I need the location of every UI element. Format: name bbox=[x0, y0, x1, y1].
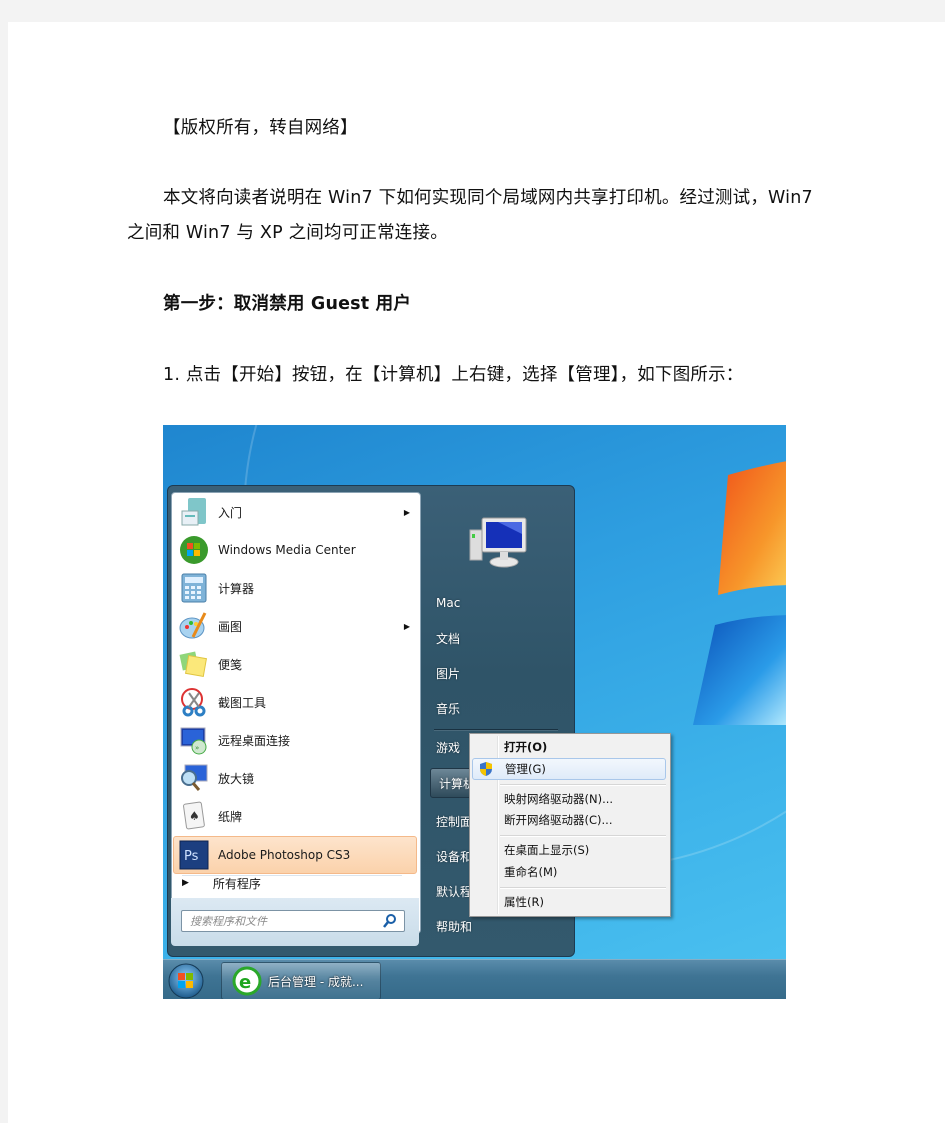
program-item-calculator[interactable]: 计算器 bbox=[174, 570, 418, 606]
separator bbox=[500, 784, 666, 785]
svg-text:Ps: Ps bbox=[184, 849, 199, 864]
separator bbox=[434, 729, 558, 730]
right-item-label: 设备和 bbox=[436, 849, 473, 864]
context-item-open[interactable]: 打开(O) bbox=[472, 736, 666, 758]
program-item-solitaire[interactable]: ♠ 纸牌 bbox=[174, 798, 418, 834]
program-label: Windows Media Center bbox=[218, 543, 356, 557]
separator bbox=[500, 887, 666, 888]
search-input[interactable]: 搜索程序和文件 bbox=[181, 910, 405, 932]
separator bbox=[500, 835, 666, 836]
all-programs-button[interactable]: ▶ 所有程序 bbox=[174, 870, 418, 896]
program-label: 放大镜 bbox=[218, 771, 255, 786]
search-area: 搜索程序和文件 bbox=[171, 898, 419, 946]
windows-flag-logo bbox=[693, 461, 786, 725]
calculator-icon bbox=[178, 572, 210, 604]
svg-text:»: » bbox=[195, 744, 199, 752]
program-label: 入门 bbox=[218, 505, 243, 520]
right-item-label: 默认程 bbox=[436, 884, 473, 899]
context-item-map-drive[interactable]: 映射网络驱动器(N)... bbox=[472, 788, 666, 810]
sticky-notes-icon bbox=[178, 648, 210, 680]
submenu-arrow-icon: ▶ bbox=[403, 621, 410, 631]
program-label: 画图 bbox=[218, 619, 243, 634]
computer-user-picture-icon bbox=[469, 517, 527, 568]
all-programs-label: 所有程序 bbox=[212, 876, 261, 891]
program-item-remote-desktop[interactable]: » 远程桌面连接 bbox=[174, 722, 418, 758]
context-item-show-on-desktop[interactable]: 在桌面上显示(S) bbox=[472, 839, 666, 861]
context-item-manage[interactable]: 管理(G) bbox=[472, 758, 666, 780]
program-item-sticky-notes[interactable]: 便笺 bbox=[174, 646, 418, 682]
svg-text:♠: ♠ bbox=[189, 809, 200, 823]
win7-screenshot: 入门 ▶ Windows Media Center 计算器 画图 ▶ 便笺 截图… bbox=[163, 425, 786, 999]
taskbar-button-label: 后台管理 - 成就... bbox=[268, 974, 364, 989]
program-item-media-center[interactable]: Windows Media Center bbox=[174, 532, 418, 568]
right-item-label: 文档 bbox=[436, 631, 461, 646]
context-item-disconnect-drive[interactable]: 断开网络驱动器(C)... bbox=[472, 809, 666, 831]
right-item-label: 游戏 bbox=[436, 740, 461, 755]
paint-icon bbox=[178, 610, 210, 642]
right-item-label: 音乐 bbox=[436, 701, 461, 716]
program-item-photoshop[interactable]: Ps Adobe Photoshop CS3 bbox=[173, 836, 417, 874]
program-label: 截图工具 bbox=[218, 695, 267, 710]
taskbar: e 后台管理 - 成就... bbox=[163, 959, 786, 999]
program-label: Adobe Photoshop CS3 bbox=[218, 848, 351, 862]
remote-desktop-icon: » bbox=[178, 724, 210, 756]
context-item-rename[interactable]: 重命名(M) bbox=[472, 861, 666, 883]
program-label: 纸牌 bbox=[218, 809, 243, 824]
getting-started-icon bbox=[178, 496, 210, 528]
intro-paragraph-line-1: 本文将向读者说明在 Win7 下如何实现同个局域网内共享打印机。经过测试，Win… bbox=[163, 188, 813, 208]
right-item-pictures[interactable]: 图片 bbox=[428, 658, 564, 688]
taskbar-button-browser[interactable]: e 后台管理 - 成就... bbox=[221, 962, 381, 999]
copyright-note: 【版权所有，转自网络】 bbox=[163, 118, 358, 138]
program-label: 便笺 bbox=[218, 657, 243, 672]
internet-explorer-icon: e bbox=[232, 966, 262, 996]
expand-arrow-icon: ▶ bbox=[182, 878, 189, 888]
right-item-label: 帮助和 bbox=[436, 919, 473, 934]
search-placeholder: 搜索程序和文件 bbox=[190, 915, 267, 928]
program-item-snipping-tool[interactable]: 截图工具 bbox=[174, 684, 418, 720]
media-center-icon bbox=[178, 534, 210, 566]
context-item-properties[interactable]: 属性(R) bbox=[472, 891, 666, 913]
program-item-paint[interactable]: 画图 ▶ bbox=[174, 608, 418, 644]
step1-instruction: 1. 点击【开始】按钮，在【计算机】上右键，选择【管理】，如下图所示： bbox=[163, 365, 744, 385]
right-item-mac[interactable]: Mac bbox=[428, 588, 564, 618]
start-button[interactable] bbox=[167, 962, 205, 999]
right-item-music[interactable]: 音乐 bbox=[428, 693, 564, 723]
submenu-arrow-icon: ▶ bbox=[403, 507, 410, 517]
svg-text:e: e bbox=[239, 972, 251, 993]
magnifier-icon bbox=[178, 762, 210, 794]
intro-paragraph-line-2: 之间和 Win7 与 XP 之间均可正常连接。 bbox=[127, 223, 448, 243]
right-item-label: 图片 bbox=[436, 666, 461, 681]
right-item-documents[interactable]: 文档 bbox=[428, 623, 564, 653]
solitaire-icon: ♠ bbox=[178, 800, 210, 832]
program-item-getting-started[interactable]: 入门 ▶ bbox=[174, 494, 418, 530]
right-item-label: Mac bbox=[436, 596, 461, 610]
snipping-tool-icon bbox=[178, 686, 210, 718]
program-item-magnifier[interactable]: 放大镜 bbox=[174, 760, 418, 796]
photoshop-icon: Ps bbox=[178, 839, 210, 871]
search-icon[interactable] bbox=[382, 913, 398, 929]
program-label: 远程桌面连接 bbox=[218, 733, 291, 748]
uac-shield-icon bbox=[480, 762, 492, 776]
right-item-label: 控制面 bbox=[436, 814, 473, 829]
step1-heading: 第一步：取消禁用 Guest 用户 bbox=[163, 294, 412, 314]
context-menu: 打开(O) 管理(G) 映射网络驱动器(N)... 断开网络驱动器(C)... … bbox=[469, 733, 671, 917]
program-label: 计算器 bbox=[218, 581, 255, 596]
context-item-label: 管理(G) bbox=[505, 762, 546, 776]
